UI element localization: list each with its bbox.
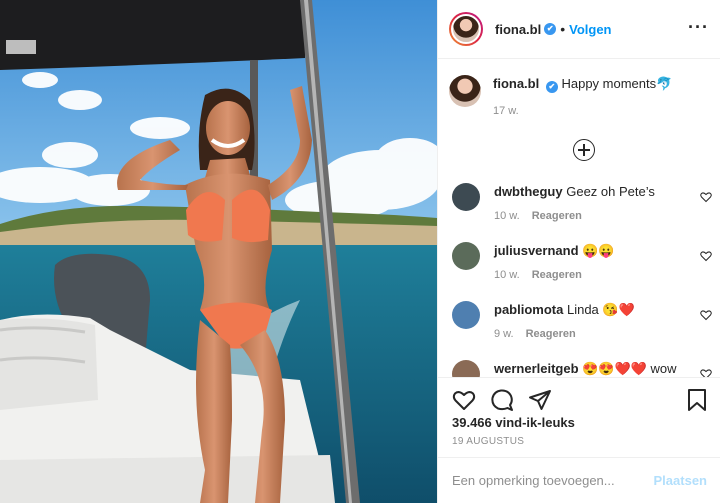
caption-text: Happy moments: [561, 76, 657, 91]
more-options-icon[interactable]: ···: [688, 18, 709, 36]
commenter-avatar[interactable]: [452, 360, 480, 377]
comment-like-heart-icon[interactable]: [700, 309, 712, 321]
comment-like-heart-icon[interactable]: [700, 191, 712, 203]
comment-item: juliusvernand 😛😛 10 w. Reageren: [452, 242, 714, 284]
reply-button[interactable]: Reageren: [532, 210, 582, 222]
verified-badge-icon: ✔: [544, 23, 557, 35]
post-details-panel: fiona.bl ✔ • Volgen ··· fiona.bl ✔ Happy…: [437, 0, 720, 503]
share-icon[interactable]: [528, 388, 552, 412]
caption-age: 17 w.: [493, 105, 519, 117]
post-comment-button[interactable]: Plaatsen: [654, 473, 707, 488]
comment-item: wernerleitgeb 😍😍❤️❤️ wow: [452, 360, 714, 377]
commenter-username[interactable]: dwbtheguy: [494, 184, 563, 199]
photo-illustration: [0, 0, 437, 503]
add-comment-bar: Plaatsen: [438, 457, 720, 503]
comment-text: 😛😛: [582, 243, 615, 258]
comment-age: 10 w.: [494, 210, 520, 222]
comment-age: 10 w.: [494, 269, 520, 281]
dolphin-emoji-icon: 🐬: [656, 76, 673, 91]
commenter-avatar[interactable]: [452, 183, 480, 211]
caption-avatar[interactable]: [449, 75, 481, 107]
comment-text: Geez oh Pete’s: [566, 184, 655, 199]
comment-item: pabliomota Linda 😘❤️ 9 w. Reageren: [452, 301, 714, 343]
post-actions: 39.466 vind-ik-leuks 19 AUGUSTUS: [438, 377, 720, 457]
post-photo[interactable]: [0, 0, 437, 503]
caption-username[interactable]: fiona.bl: [493, 76, 539, 91]
post-header: fiona.bl ✔ • Volgen ···: [438, 0, 720, 59]
load-more-comments-plus-icon[interactable]: [573, 139, 595, 161]
author-avatar[interactable]: [449, 12, 483, 46]
comment-input[interactable]: [452, 473, 654, 488]
commenter-username[interactable]: pabliomota: [494, 302, 563, 317]
comment-age: 9 w.: [494, 328, 514, 340]
comment-text: 😍😍❤️❤️ wow: [582, 361, 677, 376]
comment-like-heart-icon[interactable]: [700, 250, 712, 262]
heart-icon[interactable]: [452, 388, 476, 412]
comment-item: dwbtheguy Geez oh Pete’s 10 w. Reageren: [452, 183, 714, 225]
likes-count[interactable]: 39.466 vind-ik-leuks: [452, 415, 575, 430]
verified-badge-icon: ✔: [545, 81, 558, 93]
comments-list[interactable]: fiona.bl ✔ Happy moments🐬 17 w. dwbthegu…: [438, 59, 720, 377]
post-modal: fiona.bl ✔ • Volgen ··· fiona.bl ✔ Happy…: [0, 0, 720, 503]
commenter-username[interactable]: juliusvernand: [494, 243, 579, 258]
comment-like-heart-icon[interactable]: [700, 368, 712, 377]
commenter-avatar[interactable]: [452, 242, 480, 270]
reply-button[interactable]: Reageren: [532, 269, 582, 281]
author-username[interactable]: fiona.bl: [495, 22, 541, 37]
commenter-username[interactable]: wernerleitgeb: [494, 361, 579, 376]
bookmark-icon[interactable]: [687, 388, 707, 412]
post-caption: fiona.bl ✔ Happy moments🐬 17 w.: [449, 75, 672, 120]
comment-icon[interactable]: [490, 388, 514, 412]
commenter-avatar[interactable]: [452, 301, 480, 329]
post-date: 19 AUGUSTUS: [452, 436, 525, 447]
separator-dot: •: [560, 21, 566, 37]
comment-text: Linda 😘❤️: [566, 302, 635, 317]
reply-button[interactable]: Reageren: [526, 328, 576, 340]
follow-button[interactable]: Volgen: [569, 22, 611, 37]
